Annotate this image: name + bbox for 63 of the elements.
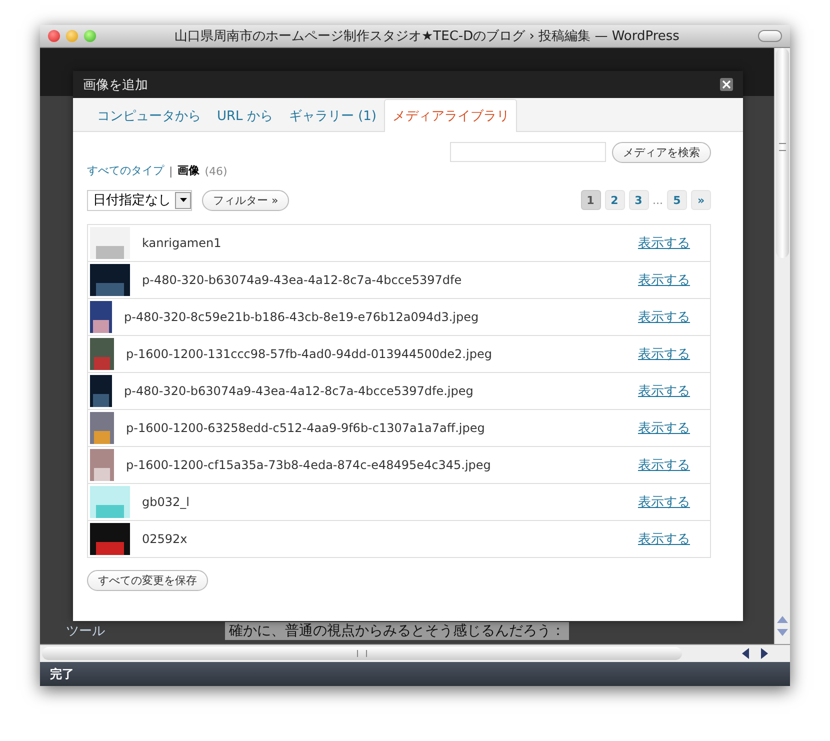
menu-item[interactable]: ツール [66,622,105,640]
date-dropdown[interactable]: 日付指定なし [87,190,192,210]
page-ellipsis: ... [652,194,663,206]
scroll-down-icon[interactable] [777,629,788,636]
type-filter-link[interactable]: 画像 [178,163,200,178]
zoom-window-button[interactable] [84,30,96,42]
editor-text: 確かに、普通の視点からみるとそう感じるんだろう： [225,622,569,640]
file-name: gb032_l [142,495,190,509]
page-button[interactable]: 3 [628,190,648,210]
show-link[interactable]: 表示する [638,234,690,252]
show-link[interactable]: 表示する [638,493,690,511]
show-link[interactable]: 表示する [638,345,690,363]
scrollbar-thumb[interactable] [42,647,682,660]
image-thumbnail [90,338,114,370]
dialog-title: 画像を追加 [83,76,148,94]
search-media-button[interactable]: メディアを検索 [612,142,711,163]
scrollbar-thumb[interactable] [776,48,789,258]
show-link[interactable]: 表示する [638,308,690,326]
image-thumbnail [90,523,130,555]
tab[interactable]: コンピュータから [89,99,209,132]
page-button[interactable]: 1 [580,190,600,210]
image-thumbnail [90,375,112,407]
file-name: p-480-320-b63074a9-43ea-4a12-8c7a-4bcce5397dfe [142,273,463,287]
tab[interactable]: URL から [209,99,281,132]
show-link[interactable]: 表示する [638,456,690,474]
tab[interactable]: ギャラリー (1) [280,99,384,132]
toolbar-toggle-button[interactable] [758,30,782,42]
file-name: p-480-320-8c59e21b-b186-43cb-8e19-e76b12a094d3.jpeg [124,310,480,324]
image-thumbnail [90,486,130,518]
file-name: p-1600-1200-63258edd-c512-4aa9-9f6b-c1307a1a7aff.jpeg [126,421,486,435]
image-thumbnail [90,449,114,481]
page-button[interactable]: » [691,190,711,210]
type-filter-link[interactable]: すべてのタイプ [87,163,164,178]
item-count: (46) [204,165,228,178]
show-link[interactable]: 表示する [638,271,690,289]
image-thumbnail [90,264,130,296]
image-thumbnail [90,301,112,333]
image-thumbnail [90,412,114,444]
page-button[interactable]: 5 [667,190,687,210]
dropdown-arrow-icon [180,198,186,202]
show-link[interactable]: 表示する [638,530,690,548]
show-link[interactable]: 表示する [638,382,690,400]
image-thumbnail [90,227,130,259]
tab[interactable]: メディアライブラリ [384,99,518,132]
scroll-left-icon[interactable] [742,648,749,659]
separator: | [169,165,173,178]
close-window-button[interactable] [48,30,60,42]
show-link[interactable]: 表示する [638,419,690,437]
file-name: p-480-320-b63074a9-43ea-4a12-8c7a-4bcce5397dfe.jpeg [124,384,474,398]
file-name: kanrigamen1 [142,236,222,250]
file-name: p-1600-1200-131ccc98-57fb-4ad0-94dd-013944500de2.jpeg [126,347,493,361]
search-field[interactable] [450,142,606,162]
scroll-up-icon[interactable] [777,616,788,623]
page-button[interactable]: 2 [604,190,624,210]
minimize-window-button[interactable] [66,30,78,42]
filter-button[interactable]: フィルター » [202,190,290,210]
scroll-right-icon[interactable] [761,648,768,659]
file-name: 02592x [142,532,188,546]
status-text: 完了 [50,666,74,682]
file-name: p-1600-1200-cf15a35a-73b8-4eda-874c-e48495e4c345.jpeg [126,458,492,472]
close-icon[interactable] [720,78,733,91]
save-all-button[interactable]: すべての変更を保存 [87,570,208,591]
window-title: 山口県周南市のホームページ制作スタジオ★TEC-Dのブログ › 投稿編集 — WordPress [174,28,680,45]
